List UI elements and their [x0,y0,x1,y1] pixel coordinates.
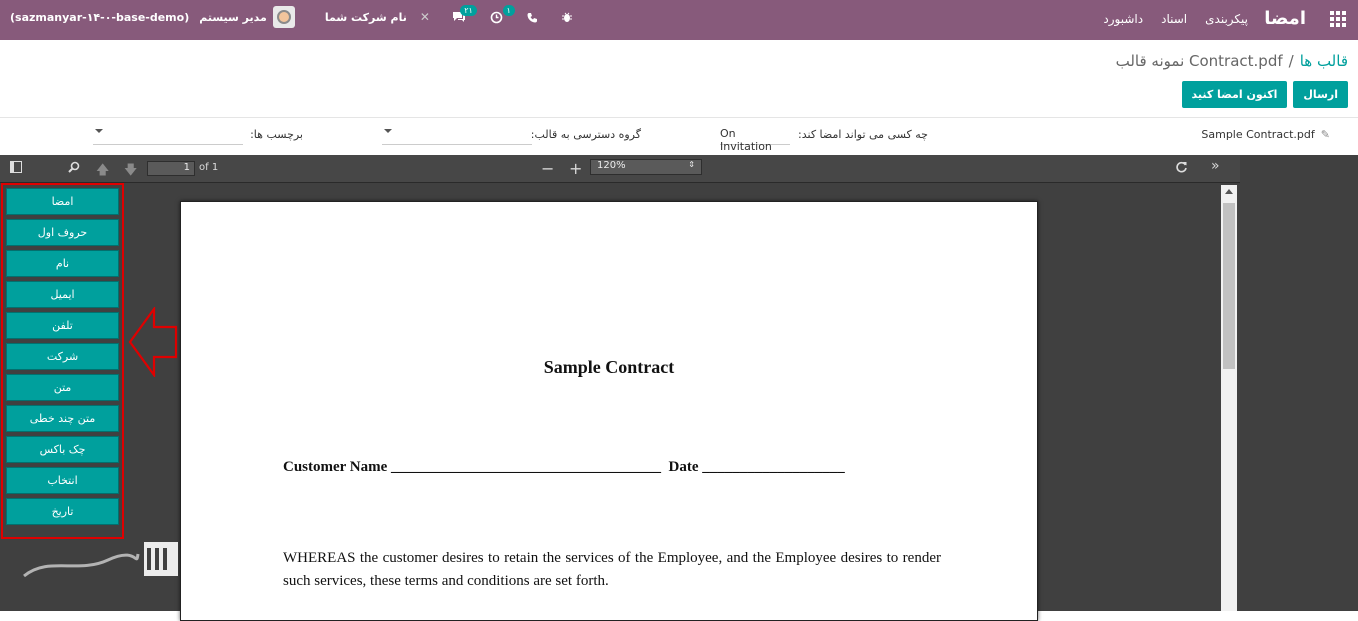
top-navbar: امضا داشبورد اسناد پیکربندی (sazmanyar-۱… [0,0,1358,40]
breadcrumb-templates-link[interactable]: قالب ها [1300,52,1348,70]
navbar-systray: (sazmanyar-۱۴-۰-base-demo) مدیر سیستم نا… [10,5,575,28]
debug-bug-icon[interactable] [559,9,575,25]
field-phone[interactable]: تلفن [6,312,119,339]
access-group-select[interactable] [382,127,532,145]
document-title: Sample Contract [543,357,675,377]
access-group-label: گروه دسترسی به قالب: [530,128,641,141]
scroll-thumb[interactable] [1223,203,1235,369]
document-paragraph: WHEREAS the customer desires to retain t… [283,550,941,589]
who-can-sign-field[interactable]: On Invitation [720,127,790,153]
activity-badge: ۱ [502,5,515,16]
previous-page-icon[interactable]: 🡅 [96,161,109,183]
field-initials[interactable]: حروف اول [6,219,119,246]
breadcrumb-separator: / [1288,52,1294,70]
menu-item-configuration[interactable]: پیکربندی [1205,12,1248,26]
tags-select[interactable] [93,127,243,145]
next-page-icon[interactable]: 🡇 [124,161,137,183]
menu-item-documents[interactable]: اسناد [1161,12,1187,26]
page-count: of 1 [199,162,219,173]
filename-text: Sample Contract.pdf [1201,128,1315,141]
field-checkbox[interactable]: چک باکس [6,436,119,463]
close-icon[interactable]: ✕ [417,9,433,25]
apps-menu-icon[interactable] [1330,11,1346,27]
watermark-logo-icon [23,542,178,578]
messages-icon[interactable]: ۲۱ [451,5,477,25]
tags-label: برچسب ها: [250,128,303,141]
send-button[interactable]: ارسال [1293,81,1348,108]
pdf-page: Sample Contract Customer Name __________… [180,201,1038,621]
field-company[interactable]: شرکت [6,343,119,370]
refresh-icon[interactable] [1175,161,1188,178]
annotation-arrow-icon [128,307,178,377]
messages-badge: ۲۱ [460,5,477,16]
field-email[interactable]: ایمیل [6,281,119,308]
page-scrollbar[interactable] [1221,185,1237,611]
template-fields: Sample Contract.pdf ✎ چه کسی می تواند ام… [0,118,1358,156]
sign-now-button[interactable]: اکنون امضا کنید [1181,81,1288,108]
action-buttons: ارسال اکنون امضا کنید [1181,81,1348,108]
activity-clock-icon[interactable]: ۱ [489,5,515,25]
right-panel [1240,155,1358,611]
zoom-value: 120% [597,160,626,171]
chevron-down-icon [95,129,103,133]
field-date[interactable]: تاریخ [6,498,119,525]
pencil-icon[interactable]: ✎ [1321,128,1330,141]
double-chevron-right-icon[interactable]: » [1211,158,1220,174]
chevron-down-icon [384,129,392,133]
field-signature[interactable]: امضا [6,188,119,215]
breadcrumb: قالب ها / Contract.pdf نمونه قالب [1116,52,1348,70]
zoom-select[interactable]: 120% ⇕ [590,159,702,175]
zoom-in-button[interactable]: + [569,159,582,178]
document-customer-line: Customer Name __________________________… [283,459,845,475]
pdf-viewer: 🡅 🡇 1 of 1 − + 120% ⇕ » امضا حروف اول نام… [0,155,1358,621]
avatar [272,6,295,28]
phone-icon[interactable] [525,9,541,25]
app-brand[interactable]: امضا [1264,8,1306,29]
company-switcher[interactable]: نام شرکت شما [325,11,407,24]
user-name: مدیر سیستم [199,10,267,24]
pdf-toolbar: 🡅 🡇 1 of 1 − + 120% ⇕ » [0,155,1240,183]
sign-field-types: امضا حروف اول نام ایمیل تلفن شرکت متن مت… [1,183,124,539]
field-text[interactable]: متن [6,374,119,401]
template-filename[interactable]: Sample Contract.pdf ✎ [1201,128,1330,141]
menu-item-dashboard[interactable]: داشبورد [1103,12,1143,26]
who-can-sign-label: چه کسی می تواند امضا کند: [798,128,928,141]
zoom-out-button[interactable]: − [541,159,554,178]
scroll-up-icon[interactable] [1225,189,1233,194]
main-menu: داشبورد اسناد پیکربندی [1103,12,1248,26]
sidebar-toggle-icon[interactable] [10,161,22,177]
field-selection[interactable]: انتخاب [6,467,119,494]
user-menu[interactable]: مدیر سیستم [199,6,295,28]
search-icon[interactable] [68,161,80,177]
field-multiline-text[interactable]: متن چند خطی [6,405,119,432]
page-number-input[interactable]: 1 [147,161,195,176]
field-name[interactable]: نام [6,250,119,277]
breadcrumb-current: Contract.pdf نمونه قالب [1115,52,1283,70]
database-name: (sazmanyar-۱۴-۰-base-demo) [10,10,190,24]
